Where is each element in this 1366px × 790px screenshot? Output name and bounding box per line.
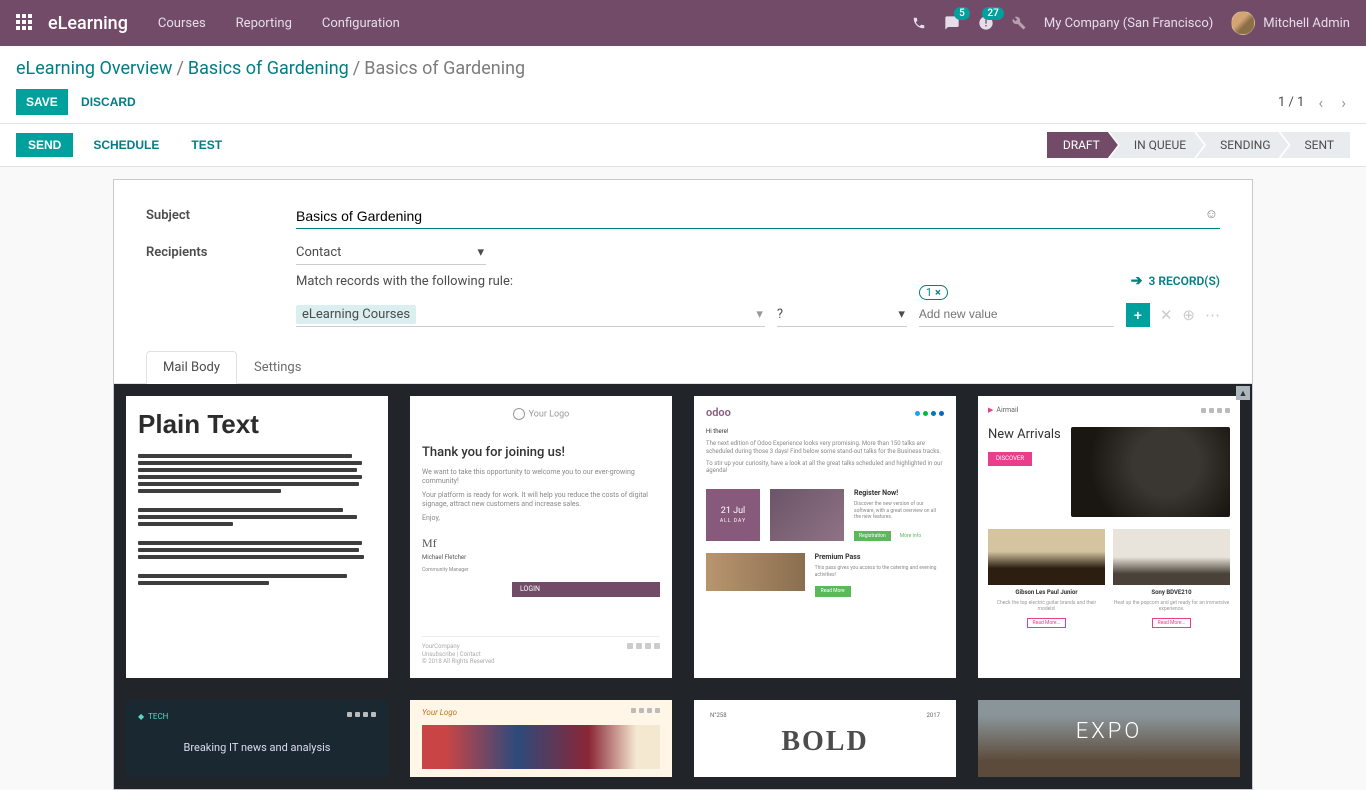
menu-configuration[interactable]: Configuration	[322, 16, 400, 31]
domain-operator-select[interactable]: ?	[777, 303, 907, 327]
template-event[interactable]: odoo Hi there! The next edition of Odoo …	[694, 396, 956, 678]
scroll-up-icon[interactable]: ▲	[1236, 386, 1250, 400]
user-menu[interactable]: Mitchell Admin	[1231, 11, 1350, 35]
domain-rule-row: eLearning Courses ? 1× + ✕ ⊕ ⋯	[296, 303, 1220, 327]
apps-menu-icon[interactable]	[16, 14, 34, 32]
phone-icon[interactable]	[912, 16, 926, 30]
template-food[interactable]: Your Logo	[410, 700, 672, 777]
messages-badge: 5	[954, 7, 970, 20]
schedule-button[interactable]: SCHEDULE	[81, 133, 171, 157]
tag-remove-icon[interactable]: ×	[935, 286, 941, 299]
recipients-label: Recipients	[146, 241, 296, 260]
breadcrumb-root[interactable]: eLearning Overview	[16, 58, 172, 79]
activities-badge: 27	[982, 7, 1003, 20]
records-link[interactable]: ➔3 RECORD(S)	[1131, 273, 1220, 289]
messages-icon[interactable]: 5	[944, 15, 960, 31]
more-rule-icon[interactable]: ⋯	[1205, 306, 1220, 324]
template-tech[interactable]: TECH Breaking IT news and analysis	[126, 700, 388, 777]
user-name: Mitchell Admin	[1263, 16, 1350, 31]
user-avatar-icon	[1231, 11, 1255, 35]
main-menu: Courses Reporting Configuration	[158, 16, 400, 31]
send-button[interactable]: SEND	[16, 133, 73, 157]
domain-field-select[interactable]: eLearning Courses	[296, 303, 765, 327]
pager-next-icon[interactable]: ›	[1337, 91, 1350, 114]
status-bar: SEND SCHEDULE TEST DRAFT IN QUEUE SENDIN…	[0, 124, 1366, 167]
menu-courses[interactable]: Courses	[158, 16, 206, 31]
template-bold[interactable]: N°2582017 BOLD	[694, 700, 956, 777]
domain-value-input[interactable]	[919, 307, 1114, 321]
test-button[interactable]: TEST	[179, 133, 234, 157]
menu-reporting[interactable]: Reporting	[236, 16, 292, 31]
pager-prev-icon[interactable]: ‹	[1314, 91, 1327, 114]
template-gallery: ▲ Plain Text Your Logo Thank you for joi…	[114, 384, 1252, 789]
tab-mail-body[interactable]: Mail Body	[146, 351, 237, 384]
arrow-right-icon: ➔	[1131, 273, 1143, 289]
tab-settings[interactable]: Settings	[237, 351, 318, 384]
domain-value-field[interactable]: 1×	[919, 303, 1114, 327]
add-rule-button[interactable]: +	[1126, 303, 1150, 327]
subject-input[interactable]	[296, 204, 1220, 229]
breadcrumb-current: Basics of Gardening	[364, 58, 525, 79]
template-expo[interactable]: EXPO	[978, 700, 1240, 777]
studio-icon[interactable]	[1012, 16, 1026, 30]
breadcrumb-parent[interactable]: Basics of Gardening	[188, 58, 349, 79]
form-sheet: Subject ☺ Recipients Contact Match recor…	[113, 179, 1253, 790]
recipients-select[interactable]: Contact	[296, 241, 486, 265]
stage-sending[interactable]: SENDING	[1196, 132, 1288, 158]
control-panel: eLearning Overview/Basics of Gardening/B…	[0, 46, 1366, 124]
stage-draft[interactable]: DRAFT	[1047, 132, 1118, 158]
activities-icon[interactable]: 27	[978, 15, 994, 31]
pager-value: 1 / 1	[1278, 95, 1304, 110]
form-tabs: Mail Body Settings	[114, 351, 1252, 384]
template-welcome[interactable]: Your Logo Thank you for joining us! We w…	[410, 396, 672, 678]
subject-label: Subject	[146, 204, 296, 223]
save-button[interactable]: SAVE	[16, 89, 68, 115]
discard-button[interactable]: DISCARD	[71, 89, 146, 115]
add-branch-icon[interactable]: ⊕	[1182, 306, 1195, 324]
emoji-picker-icon[interactable]: ☺	[1205, 206, 1218, 222]
domain-value-tag[interactable]: 1×	[919, 285, 948, 300]
pager: 1 / 1 ‹ ›	[1278, 91, 1350, 114]
status-stages: DRAFT IN QUEUE SENDING SENT	[1047, 132, 1350, 158]
company-selector[interactable]: My Company (San Francisco)	[1044, 16, 1213, 31]
template-newsletter[interactable]: Airmail New Arrivals DISCOVER Gibson Les…	[978, 396, 1240, 678]
remove-rule-icon[interactable]: ✕	[1160, 306, 1173, 324]
top-navbar: eLearning Courses Reporting Configuratio…	[0, 0, 1366, 46]
stage-inqueue[interactable]: IN QUEUE	[1110, 132, 1204, 158]
match-rule-text: Match records with the following rule:	[296, 274, 513, 289]
app-brand[interactable]: eLearning	[48, 13, 128, 34]
template-plain-text[interactable]: Plain Text	[126, 396, 388, 678]
stage-sent[interactable]: SENT	[1281, 132, 1351, 158]
breadcrumb: eLearning Overview/Basics of Gardening/B…	[16, 58, 1350, 79]
